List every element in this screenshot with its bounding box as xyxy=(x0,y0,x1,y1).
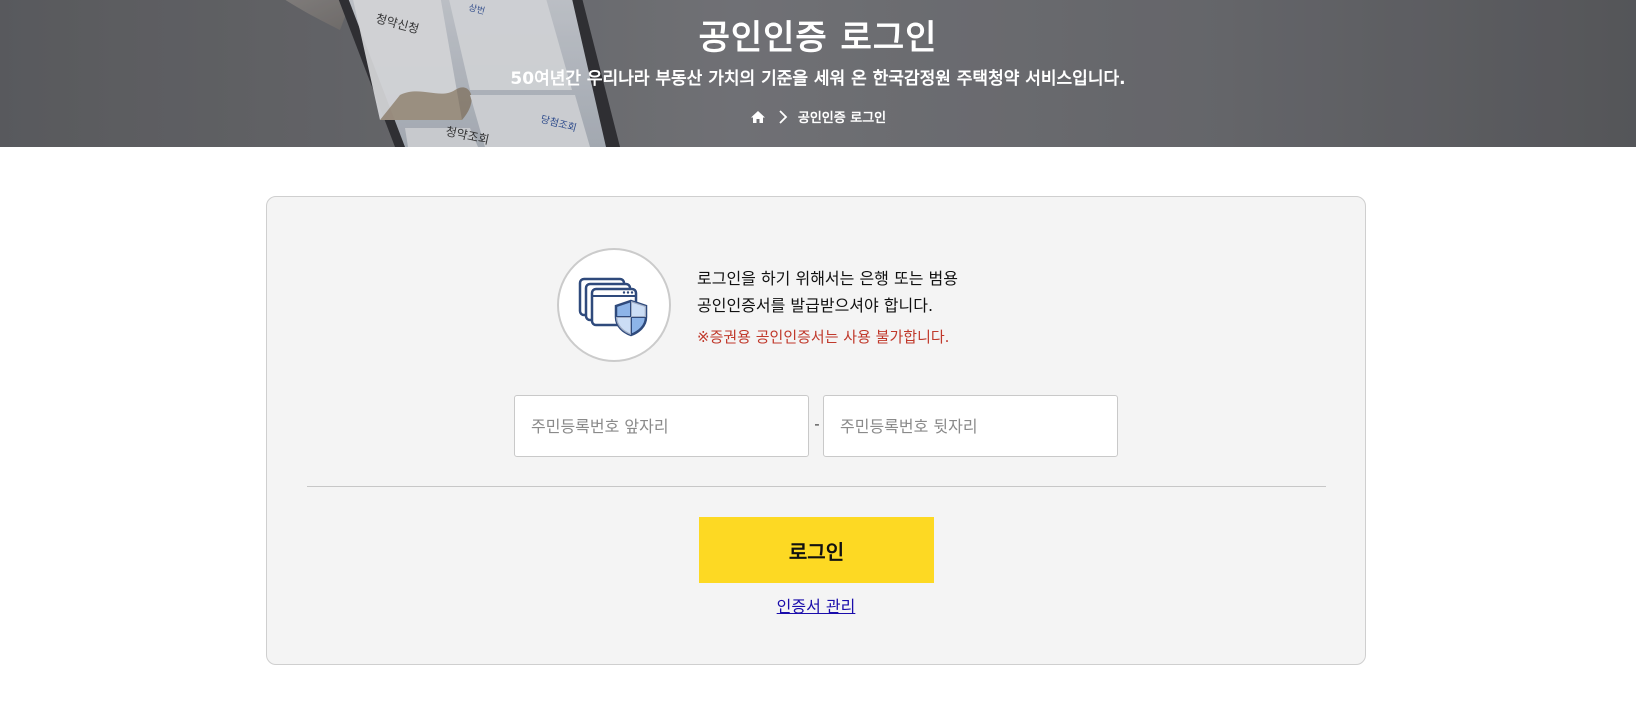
page-banner: 청약신청 상번 청약조회 당첨조회 공인인증 로그인 50여년간 우리나라 부동… xyxy=(0,0,1636,147)
certificate-icon-badge xyxy=(557,248,671,362)
info-text-line1: 로그인을 하기 위해서는 은행 또는 범용 xyxy=(697,269,958,288)
page-title: 공인인증 로그인 xyxy=(698,18,938,58)
login-info: 로그인을 하기 위해서는 은행 또는 범용 공인인증서를 발급받으셔야 합니다.… xyxy=(697,265,1117,349)
login-card: 로그인을 하기 위해서는 은행 또는 범용 공인인증서를 발급받으셔야 합니다.… xyxy=(266,196,1366,665)
divider xyxy=(307,486,1326,487)
login-button[interactable]: 로그인 xyxy=(699,517,934,583)
cert-manage-link[interactable]: 인증서 관리 xyxy=(777,597,856,616)
breadcrumb-current[interactable]: 공인인증 로그인 xyxy=(798,107,886,126)
rrn-separator: - xyxy=(814,415,820,433)
certificate-shield-icon xyxy=(578,277,648,337)
home-icon[interactable] xyxy=(750,109,766,125)
chevron-right-icon xyxy=(778,109,788,124)
page-subtitle: 50여년간 우리나라 부동산 가치의 기준을 세워 온 한국감정원 주택청약 서… xyxy=(510,69,1126,89)
rrn-front-input[interactable] xyxy=(514,395,809,457)
cert-manage-link-wrap: 인증서 관리 xyxy=(267,593,1365,617)
rrn-back-input[interactable] xyxy=(823,395,1118,457)
rrn-input-row: - xyxy=(514,395,1119,457)
info-text-line2: 공인인증서를 발급받으셔야 합니다. xyxy=(697,296,934,315)
warning-text: ※증권용 공인인증서는 사용 불가합니다. xyxy=(697,328,950,346)
breadcrumb: 공인인증 로그인 xyxy=(0,107,1636,126)
